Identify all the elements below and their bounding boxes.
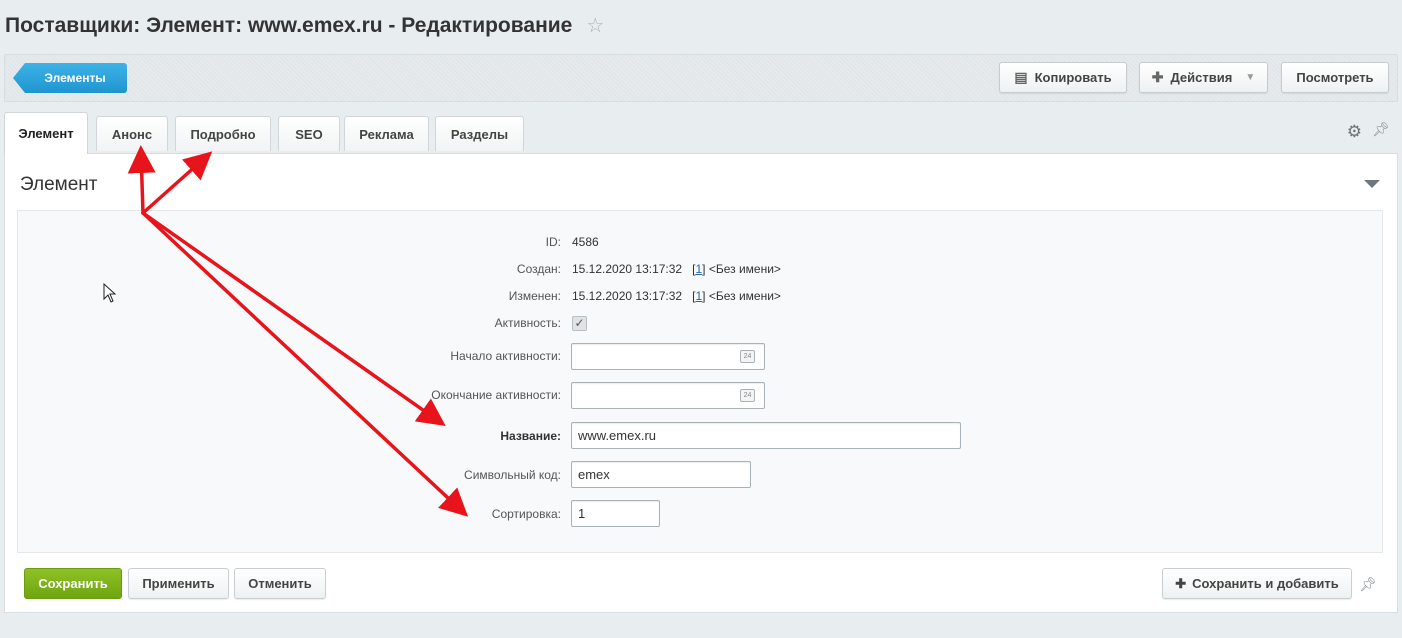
element-panel: Элемент ID: 4586 Создан: 15.12.2020 13:1… [4, 153, 1398, 613]
plus-icon: ✚ [1151, 69, 1164, 85]
tab-element[interactable]: Элемент [4, 112, 88, 154]
save-and-add-button[interactable]: ✚ Сохранить и добавить [1162, 568, 1352, 599]
created-user-name: <Без имени> [708, 262, 781, 276]
modified-date: 15.12.2020 13:17:32 [572, 289, 683, 303]
active-to-input[interactable] [571, 382, 765, 409]
actions-button[interactable]: ✚ Действия ▼ [1139, 62, 1268, 93]
calendar-icon[interactable]: 24 [740, 350, 755, 363]
toolbar: Элементы ▤ Копировать ✚ Действия ▼ Посмо… [4, 54, 1398, 102]
collapse-icon[interactable] [1364, 180, 1380, 188]
chevron-down-icon: ▼ [1245, 72, 1256, 83]
tab-ads[interactable]: Реклама [344, 116, 429, 151]
active-to-label: Окончание активности: [431, 388, 561, 402]
tab-details[interactable]: Подробно [175, 116, 271, 151]
cancel-button[interactable]: Отменить [234, 568, 326, 599]
tab-seo[interactable]: SEO [278, 116, 340, 151]
copy-button[interactable]: ▤ Копировать [999, 62, 1127, 93]
copy-icon: ▤ [1014, 69, 1028, 85]
name-row: Название: [18, 420, 1382, 452]
sort-input[interactable] [571, 500, 660, 527]
star-icon[interactable]: ☆ [586, 13, 604, 38]
view-button[interactable]: Посмотреть [1281, 62, 1389, 93]
active-row: Активность: ✓ [18, 307, 1382, 339]
active-label: Активность: [494, 316, 561, 330]
save-button[interactable]: Сохранить [24, 568, 122, 599]
modified-user-link[interactable]: 1 [695, 289, 702, 303]
section-title: Элемент [20, 174, 98, 195]
gear-icon[interactable]: ⚙ [1347, 122, 1362, 142]
tab-announce[interactable]: Анонс [96, 116, 168, 151]
active-to-row: Окончание активности: 24 [18, 379, 1382, 411]
pin-icon[interactable]: 📌︎ [1359, 576, 1377, 593]
tabs-bar: Элемент Анонс Подробно SEO Реклама Разде… [4, 110, 1398, 154]
plus-icon: ✚ [1175, 575, 1187, 591]
name-input[interactable] [571, 422, 961, 449]
actions-label: Действия [1170, 70, 1233, 85]
apply-button[interactable]: Применить [128, 568, 229, 599]
created-date: 15.12.2020 13:17:32 [572, 262, 683, 276]
save-and-add-label: Сохранить и добавить [1192, 576, 1339, 591]
form-area: ID: 4586 Создан: 15.12.2020 13:17:32 [1]… [17, 210, 1383, 553]
sort-label: Сортировка: [491, 507, 561, 521]
active-checkbox[interactable]: ✓ [572, 316, 587, 331]
page-title: Поставщики: Элемент: www.emex.ru - Редак… [5, 13, 604, 38]
mouse-cursor-icon [103, 283, 117, 303]
code-input[interactable] [571, 461, 751, 488]
calendar-icon[interactable]: 24 [740, 389, 755, 402]
name-label: Название: [500, 429, 561, 443]
back-to-elements-button[interactable]: Элементы [13, 63, 127, 93]
sort-row: Сортировка: [18, 498, 1382, 530]
pin-icon[interactable]: 📌︎ [1372, 121, 1390, 138]
tab-sections[interactable]: Разделы [435, 116, 524, 151]
copy-label: Копировать [1034, 70, 1112, 85]
page-title-text: Поставщики: Элемент: www.emex.ru - Редак… [5, 13, 573, 37]
active-from-label: Начало активности: [450, 349, 561, 363]
code-row: Символьный код: [18, 459, 1382, 491]
modified-user-name: <Без имени> [708, 289, 781, 303]
code-label: Символьный код: [464, 468, 561, 482]
active-from-input[interactable] [571, 343, 765, 370]
created-user-link[interactable]: 1 [695, 262, 702, 276]
active-from-row: Начало активности: 24 [18, 340, 1382, 372]
